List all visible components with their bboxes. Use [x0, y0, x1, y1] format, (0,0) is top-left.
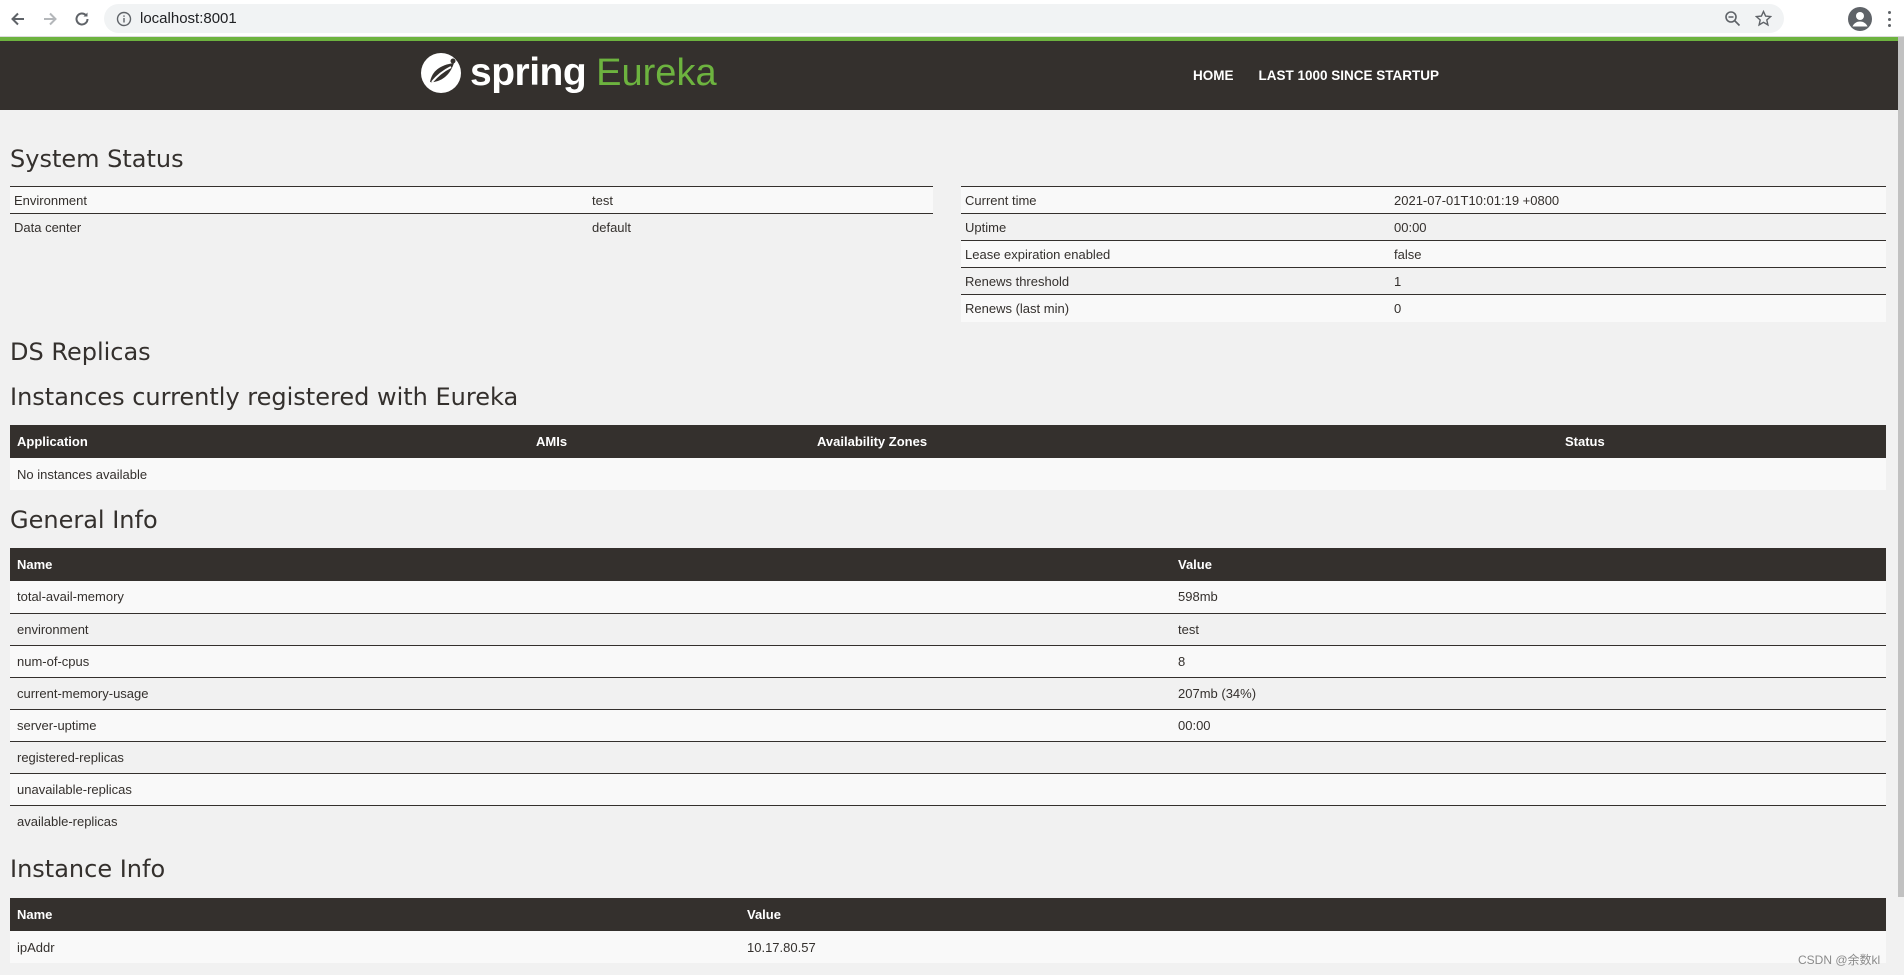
table-row: num-of-cpus 8 [10, 645, 1886, 677]
column-header-name[interactable]: Name [10, 898, 740, 931]
table-row: environment test [10, 613, 1886, 645]
ds-replicas-title: DS Replicas [10, 338, 151, 366]
back-arrow-icon [11, 12, 24, 26]
instances-table: Application AMIs Availability Zones Stat… [10, 425, 1886, 490]
table-row: Renews (last min) 0 [961, 294, 1886, 322]
status-label: Environment [14, 192, 87, 208]
table-header-row: Name Value [10, 548, 1886, 581]
status-value: 00:00 [1394, 219, 1427, 235]
address-bar[interactable]: localhost:8001 [104, 4, 1784, 33]
system-status-right-table: Current time 2021-07-01T10:01:19 +0800 U… [961, 186, 1886, 322]
brand-spring-text: spring [470, 51, 587, 94]
table-row: Lease expiration enabled false [961, 240, 1886, 268]
table-row: server-uptime 00:00 [10, 709, 1886, 741]
general-info-table: Name Value total-avail-memory 598mb envi… [10, 548, 1886, 837]
column-header-value[interactable]: Value [740, 898, 1886, 931]
table-row: Uptime 00:00 [961, 213, 1886, 241]
system-status-title: System Status [10, 145, 184, 173]
table-row: Current time 2021-07-01T10:01:19 +0800 [961, 186, 1886, 214]
info-value [1171, 773, 1886, 805]
column-header-value[interactable]: Value [1171, 548, 1886, 581]
page-scrollbar[interactable] [1898, 37, 1904, 975]
empty-instances-text: No instances available [17, 466, 148, 482]
table-row: current-memory-usage 207mb (34%) [10, 677, 1886, 709]
table-row: unavailable-replicas [10, 773, 1886, 805]
table-row: Environment test [10, 186, 933, 214]
status-value: 0 [1394, 300, 1402, 316]
nav-last-1000-link[interactable]: LAST 1000 SINCE STARTUP [1259, 68, 1440, 83]
instances-title: Instances currently registered with Eure… [10, 383, 519, 411]
profile-icon [1852, 12, 1868, 27]
instance-info-table: Name Value ipAddr 10.17.80.57 [10, 898, 1886, 963]
scrollbar-thumb[interactable] [1898, 37, 1904, 897]
general-info-title: General Info [10, 506, 158, 534]
info-name: registered-replicas [17, 749, 124, 765]
status-label: Lease expiration enabled [965, 246, 1111, 262]
status-label: Uptime [965, 219, 1007, 235]
status-value: 1 [1394, 273, 1402, 289]
brand-logo[interactable]: spring Eureka [420, 51, 717, 95]
info-name: current-memory-usage [17, 685, 149, 701]
status-label: Renews (last min) [965, 300, 1070, 316]
url-text: localhost:8001 [140, 10, 237, 27]
info-name: server-uptime [17, 717, 97, 733]
info-value [1171, 741, 1886, 773]
table-header-row: Name Value [10, 898, 1886, 931]
column-header-name[interactable]: Name [10, 548, 1171, 581]
table-row: ipAddr 10.17.80.57 [10, 931, 1886, 963]
column-header-availability-zones[interactable]: Availability Zones [810, 425, 1558, 458]
star-icon[interactable] [1755, 10, 1772, 27]
info-value: test [1178, 621, 1199, 637]
table-row: No instances available [10, 458, 1886, 490]
menu-kebab-icon[interactable] [1884, 8, 1894, 30]
system-status-left-table: Environment test Data center default [10, 186, 933, 241]
info-name: num-of-cpus [17, 653, 90, 669]
watermark-text: CSDN @余数kl [1798, 953, 1881, 967]
info-value: 00:00 [1178, 717, 1211, 733]
reload-icon [75, 12, 89, 26]
info-name: ipAddr [17, 939, 55, 955]
status-value: false [1394, 246, 1422, 262]
info-name: available-replicas [17, 813, 118, 829]
status-value: test [592, 192, 613, 208]
info-value: 10.17.80.57 [747, 939, 816, 955]
navbar: spring Eureka HOME LAST 1000 SINCE START… [0, 37, 1898, 110]
info-value: 598mb [1178, 589, 1218, 605]
table-row: registered-replicas [10, 741, 1886, 773]
browser-toolbar: localhost:8001 [0, 0, 1904, 37]
reload-button[interactable] [65, 2, 99, 36]
spring-leaf-icon [421, 53, 461, 93]
instance-info-title: Instance Info [10, 855, 166, 883]
table-row: Data center default [10, 213, 933, 241]
back-button[interactable] [1, 2, 35, 36]
table-header-row: Application AMIs Availability Zones Stat… [10, 425, 1886, 458]
column-header-application[interactable]: Application [10, 425, 529, 458]
info-value [1171, 805, 1886, 837]
column-header-status[interactable]: Status [1558, 425, 1886, 458]
status-label: Current time [965, 192, 1037, 208]
zoom-icon[interactable] [1724, 10, 1741, 27]
profile-button[interactable] [1848, 7, 1872, 31]
table-row: available-replicas [10, 805, 1886, 837]
status-value: 2021-07-01T10:01:19 +0800 [1394, 192, 1560, 208]
info-value: 8 [1178, 653, 1186, 669]
column-header-amis[interactable]: AMIs [529, 425, 810, 458]
info-name: environment [17, 621, 89, 637]
brand-eureka-text: Eureka [596, 51, 717, 94]
info-icon[interactable] [116, 11, 132, 27]
status-label: Data center [14, 219, 82, 235]
info-value: 207mb (34%) [1178, 685, 1257, 701]
status-value: default [592, 219, 632, 235]
info-name: unavailable-replicas [17, 781, 132, 797]
table-row: total-avail-memory 598mb [10, 581, 1886, 613]
table-row: Renews threshold 1 [961, 267, 1886, 295]
forward-arrow-icon [44, 12, 57, 26]
info-name: total-avail-memory [17, 589, 124, 605]
nav-home-link[interactable]: HOME [1193, 68, 1234, 83]
status-label: Renews threshold [965, 273, 1070, 289]
forward-button[interactable] [33, 2, 67, 36]
